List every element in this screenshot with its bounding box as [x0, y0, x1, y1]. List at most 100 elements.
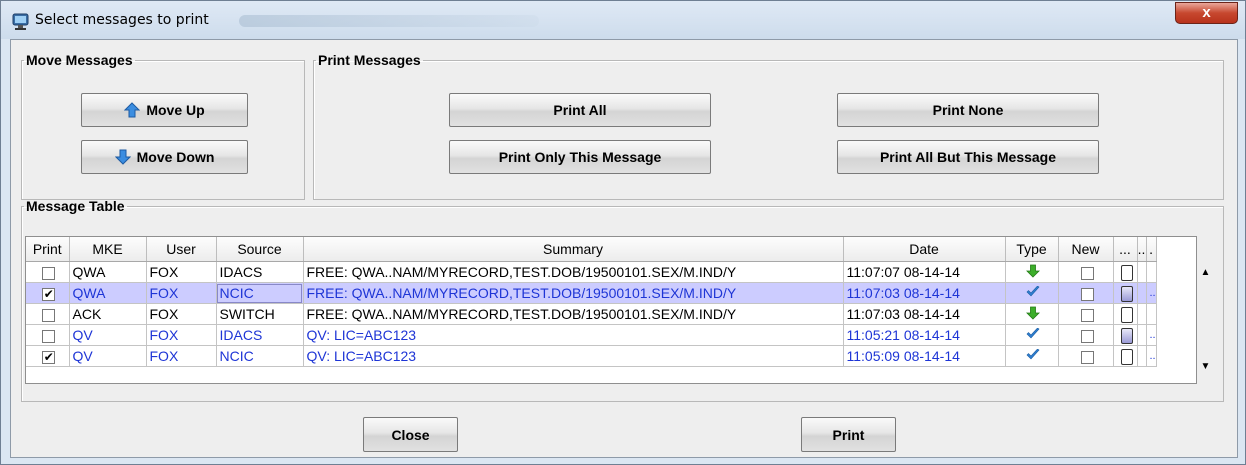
scroll-down-arrow-icon[interactable]: ▼ [1198, 360, 1213, 374]
user-cell: FOX [146, 303, 217, 325]
print-messages-legend: Print Messages [318, 52, 421, 68]
print-button[interactable]: Print [801, 417, 896, 452]
blue-check-icon [1026, 348, 1040, 360]
source-cell: IDACS [216, 261, 304, 283]
print-cell[interactable]: ✔ [26, 345, 70, 367]
table-row[interactable]: ✔ QWA FOX NCIC FREE: QWA..NAM/MYRECORD,TEST.… [26, 282, 1157, 304]
type-cell [1005, 261, 1059, 283]
summary-cell: QV: LIC=ABC123 [303, 324, 844, 346]
extra-cell-3 [1146, 303, 1157, 325]
new-cell[interactable] [1058, 282, 1114, 304]
type-cell [1005, 345, 1059, 367]
print-checkbox[interactable] [42, 308, 56, 322]
mke-cell: ACK [69, 303, 147, 325]
print-none-button[interactable]: Print None [837, 93, 1099, 127]
new-checkbox[interactable] [1080, 329, 1094, 343]
doc-cell [1113, 324, 1138, 346]
print-cell[interactable] [26, 324, 70, 346]
doc-cell [1113, 345, 1138, 367]
header-user[interactable]: User [146, 237, 217, 262]
print-only-this-message-button[interactable]: Print Only This Message [449, 140, 711, 174]
header-extra-3[interactable]: . [1146, 237, 1157, 262]
print-all-but-this-message-button[interactable]: Print All But This Message [837, 140, 1099, 174]
print-all-button[interactable]: Print All [449, 93, 711, 127]
move-up-label: Move Up [146, 102, 205, 118]
table-vertical-scrollbar[interactable]: ▲ ▼ [1198, 236, 1213, 384]
summary-cell: FREE: QWA..NAM/MYRECORD,TEST.DOB/1950010… [303, 282, 844, 304]
message-table-legend: Message Table [26, 198, 125, 214]
scroll-up-arrow-icon[interactable]: ▲ [1198, 266, 1213, 280]
document-icon [1120, 264, 1133, 281]
print-cell[interactable] [26, 303, 70, 325]
summary-cell: FREE: QWA..NAM/MYRECORD,TEST.DOB/1950010… [303, 261, 844, 283]
header-type[interactable]: Type [1005, 237, 1059, 262]
new-cell[interactable] [1058, 345, 1114, 367]
close-button[interactable]: Close [363, 417, 458, 452]
new-cell[interactable] [1058, 261, 1114, 283]
print-checkbox[interactable]: ✔ [42, 350, 56, 364]
extra-cell-2 [1137, 345, 1147, 367]
header-mke[interactable]: MKE [69, 237, 147, 262]
print-all-but-label: Print All But This Message [879, 149, 1057, 165]
close-window-button[interactable]: x [1175, 2, 1238, 24]
source-cell: SWITCH [216, 303, 304, 325]
move-up-button[interactable]: Move Up [81, 93, 248, 127]
new-checkbox[interactable] [1080, 308, 1094, 322]
green-down-arrow-icon [1026, 306, 1040, 320]
new-cell[interactable] [1058, 303, 1114, 325]
summary-cell: QV: LIC=ABC123 [303, 345, 844, 367]
title-redacted-region [239, 15, 539, 27]
header-date[interactable]: Date [843, 237, 1006, 262]
extra-cell-2 [1137, 282, 1147, 304]
print-cell[interactable]: ✔ [26, 282, 70, 304]
print-cell[interactable] [26, 261, 70, 283]
window-title: Select messages to print [35, 12, 209, 28]
new-cell[interactable] [1058, 324, 1114, 346]
doc-cell [1113, 303, 1138, 325]
mke-cell: QWA [69, 261, 147, 283]
mke-cell: QWA [69, 282, 147, 304]
mke-cell: QV [69, 345, 147, 367]
print-none-label: Print None [932, 102, 1004, 118]
print-checkbox[interactable] [42, 329, 56, 343]
move-down-label: Move Down [136, 149, 215, 165]
date-cell: 11:07:03 08-14-14 [843, 303, 1006, 325]
document-icon [1120, 285, 1133, 302]
title-bar: Select messages to print x [1, 1, 1245, 39]
document-icon [1120, 306, 1133, 323]
extra-cell-3: .. [1146, 345, 1157, 367]
source-cell: IDACS [216, 324, 304, 346]
new-checkbox[interactable] [1080, 287, 1094, 301]
header-print[interactable]: Print [26, 237, 70, 262]
type-cell [1005, 282, 1059, 304]
header-summary[interactable]: Summary [303, 237, 844, 262]
move-down-button[interactable]: Move Down [81, 140, 248, 174]
print-checkbox[interactable] [42, 266, 56, 280]
mke-cell: QV [69, 324, 147, 346]
new-checkbox[interactable] [1080, 350, 1094, 364]
document-icon [1120, 348, 1133, 365]
header-extra-2[interactable]: .. [1137, 237, 1147, 262]
date-cell: 11:07:03 08-14-14 [843, 282, 1006, 304]
table-row[interactable]: ✔ QV FOX NCIC QV: LIC=ABC123 11:05:09 08-14-1… [26, 345, 1157, 367]
extra-cell-2 [1137, 261, 1147, 283]
table-row[interactable]: ACK FOX SWITCH FREE: QWA..NAM/MYRECORD,TEST… [26, 303, 1157, 325]
message-table-viewport: Print MKE User Source Summary Date Type … [25, 236, 1197, 384]
new-checkbox[interactable] [1080, 266, 1094, 280]
header-source[interactable]: Source [216, 237, 304, 262]
arrow-down-icon [114, 149, 131, 165]
extra-cell-3: .. [1146, 282, 1157, 304]
close-label: Close [391, 426, 430, 443]
print-checkbox[interactable]: ✔ [42, 287, 56, 301]
header-new[interactable]: New [1058, 237, 1114, 262]
table-row[interactable]: QV FOX IDACS QV: LIC=ABC123 11:05:21 08-14-1… [26, 324, 1157, 346]
summary-cell: FREE: QWA..NAM/MYRECORD,TEST.DOB/1950010… [303, 303, 844, 325]
table-row[interactable]: QWA FOX IDACS FREE: QWA..NAM/MYRECORD,TEST.… [26, 261, 1157, 283]
extra-cell-3 [1146, 261, 1157, 283]
print-only-label: Print Only This Message [498, 149, 662, 165]
date-cell: 11:05:09 08-14-14 [843, 345, 1006, 367]
user-cell: FOX [146, 324, 217, 346]
type-cell [1005, 303, 1059, 325]
header-extra-1[interactable]: ... [1113, 237, 1138, 262]
message-table: Print MKE User Source Summary Date Type … [26, 237, 1157, 367]
